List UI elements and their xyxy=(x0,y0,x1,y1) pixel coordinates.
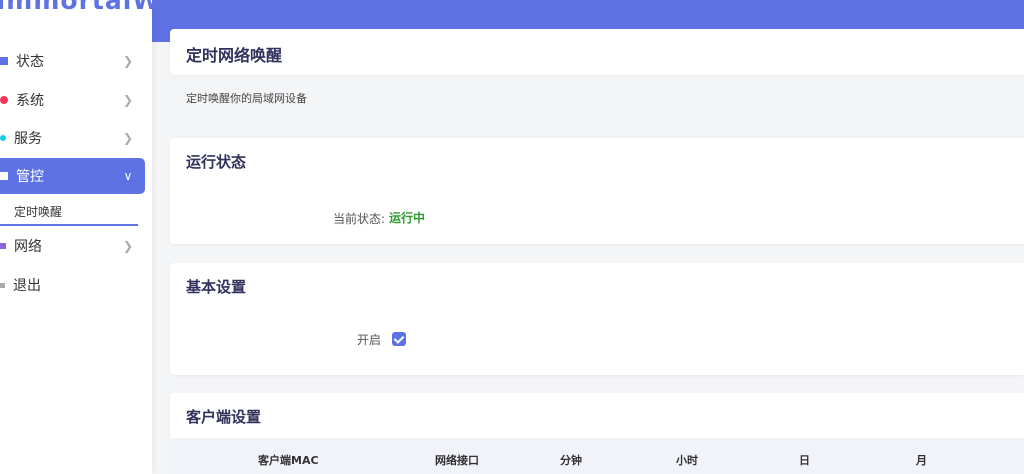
column-header-minute: 分钟 xyxy=(560,454,582,467)
table-header: 客户端MAC 网络接口 分钟 小时 日 月 xyxy=(170,438,1024,474)
chevron-down-icon: ∨ xyxy=(123,169,133,183)
column-header-month: 月 xyxy=(916,454,927,467)
sidebar-item-label: 状态 xyxy=(16,54,44,70)
page-title-card: 定时网络唤醒 xyxy=(170,29,1024,75)
sidebar-item-label: 系统 xyxy=(16,93,44,109)
section-title: 客户端设置 xyxy=(186,408,262,426)
status-value: 运行中 xyxy=(389,211,426,225)
page-title: 定时网络唤醒 xyxy=(186,46,283,65)
column-header-day: 日 xyxy=(799,454,810,467)
sidebar-item-system[interactable]: 系统 ❯ xyxy=(0,82,145,118)
sidebar-item-label: 网络 xyxy=(14,239,42,255)
network-icon xyxy=(0,243,6,249)
status-label: 当前状态: xyxy=(333,212,386,226)
chevron-right-icon: ❯ xyxy=(122,131,134,145)
status-icon xyxy=(0,57,8,65)
sidebar: ImmortalWrt 状态 ❯ 系统 ❯ 服务 ❯ 管控 ∨ 定时唤醒 网络 … xyxy=(0,0,186,474)
sidebar-item-status[interactable]: 状态 ❯ xyxy=(0,43,145,79)
enable-label: 开启 xyxy=(357,333,382,347)
logo: ImmortalWrt xyxy=(0,0,187,15)
sidebar-item-logout[interactable]: 退出 xyxy=(0,267,145,303)
chevron-right-icon: ❯ xyxy=(122,93,134,107)
sidebar-item-control[interactable]: 管控 ∨ xyxy=(0,158,145,194)
sidebar-subitem-timed-wake[interactable]: 定时唤醒 xyxy=(0,198,138,226)
sidebar-item-services[interactable]: 服务 ❯ xyxy=(0,120,145,156)
basic-settings-card: 基本设置 开启 xyxy=(170,263,1024,375)
column-header-hour: 小时 xyxy=(676,454,698,467)
run-status-card: 运行状态 当前状态: 运行中 xyxy=(170,138,1024,244)
section-title: 运行状态 xyxy=(186,153,247,171)
enable-checkbox[interactable] xyxy=(392,332,406,346)
client-settings-card: 客户端设置 客户端MAC 网络接口 分钟 小时 日 月 xyxy=(170,393,1024,474)
section-title: 基本设置 xyxy=(186,278,247,296)
control-icon xyxy=(0,172,8,180)
chevron-right-icon: ❯ xyxy=(122,54,134,68)
gear-icon xyxy=(0,96,8,104)
chevron-right-icon: ❯ xyxy=(122,239,134,253)
services-icon xyxy=(0,135,6,141)
column-header-interface: 网络接口 xyxy=(435,454,479,467)
sidebar-item-label: 退出 xyxy=(13,278,41,294)
sidebar-item-label: 服务 xyxy=(14,131,42,147)
sidebar-item-network[interactable]: 网络 ❯ xyxy=(0,228,145,264)
page-description: 定时唤醒你的局域网设备 xyxy=(186,92,307,105)
logout-icon xyxy=(0,282,5,288)
column-header-mac: 客户端MAC xyxy=(258,454,319,467)
sidebar-item-label: 管控 xyxy=(16,169,44,185)
